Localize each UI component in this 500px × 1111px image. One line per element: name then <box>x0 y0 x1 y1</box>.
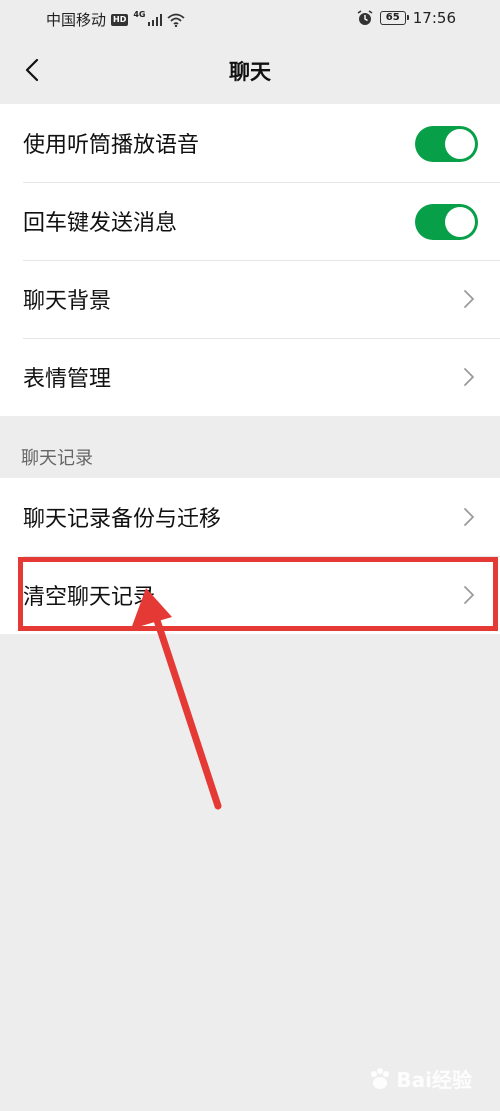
setting-label: 聊天记录备份与迁移 <box>23 507 222 532</box>
earpiece-toggle[interactable] <box>415 126 478 162</box>
hd-badge: HD <box>111 13 129 26</box>
setting-row-sticker-management[interactable]: 表情管理 <box>0 338 500 416</box>
chevron-right-icon <box>464 368 474 386</box>
clock-time: 17:56 <box>412 9 456 27</box>
watermark-text: Bai经验 <box>396 1068 472 1092</box>
annotation-highlight-box <box>18 557 498 631</box>
nav-bar: 聊天 <box>0 38 500 102</box>
chevron-right-icon <box>464 290 474 308</box>
section-header-chat-history: 聊天记录 <box>21 448 93 469</box>
page-title: 聊天 <box>229 60 271 84</box>
battery-indicator: 65 <box>379 11 409 25</box>
wifi-icon <box>166 13 185 27</box>
carrier-name: 中国移动 <box>46 11 107 29</box>
setting-row-enter-send[interactable]: 回车键发送消息 <box>0 182 500 260</box>
toggle-knob <box>445 129 475 159</box>
watermark: Bai经验 <box>367 1064 472 1093</box>
status-bar: 中国移动 HD 4G 65 17:56 <box>0 0 500 38</box>
setting-label: 聊天背景 <box>23 289 112 314</box>
chevron-right-icon <box>464 508 474 526</box>
setting-row-backup-migrate[interactable]: 聊天记录备份与迁移 <box>0 478 500 556</box>
network-type: 4G <box>133 10 146 19</box>
paw-logo-icon <box>371 1067 390 1089</box>
setting-row-earpiece[interactable]: 使用听筒播放语音 <box>0 104 500 182</box>
setting-label: 表情管理 <box>23 367 112 392</box>
alarm-icon <box>357 10 373 25</box>
setting-row-chat-background[interactable]: 聊天背景 <box>0 260 500 338</box>
chat-settings-group: 使用听筒播放语音 回车键发送消息 聊天背景 表情管理 <box>0 104 500 416</box>
signal-icon <box>147 13 162 26</box>
enter-send-toggle[interactable] <box>415 204 478 240</box>
toggle-knob <box>445 207 475 237</box>
